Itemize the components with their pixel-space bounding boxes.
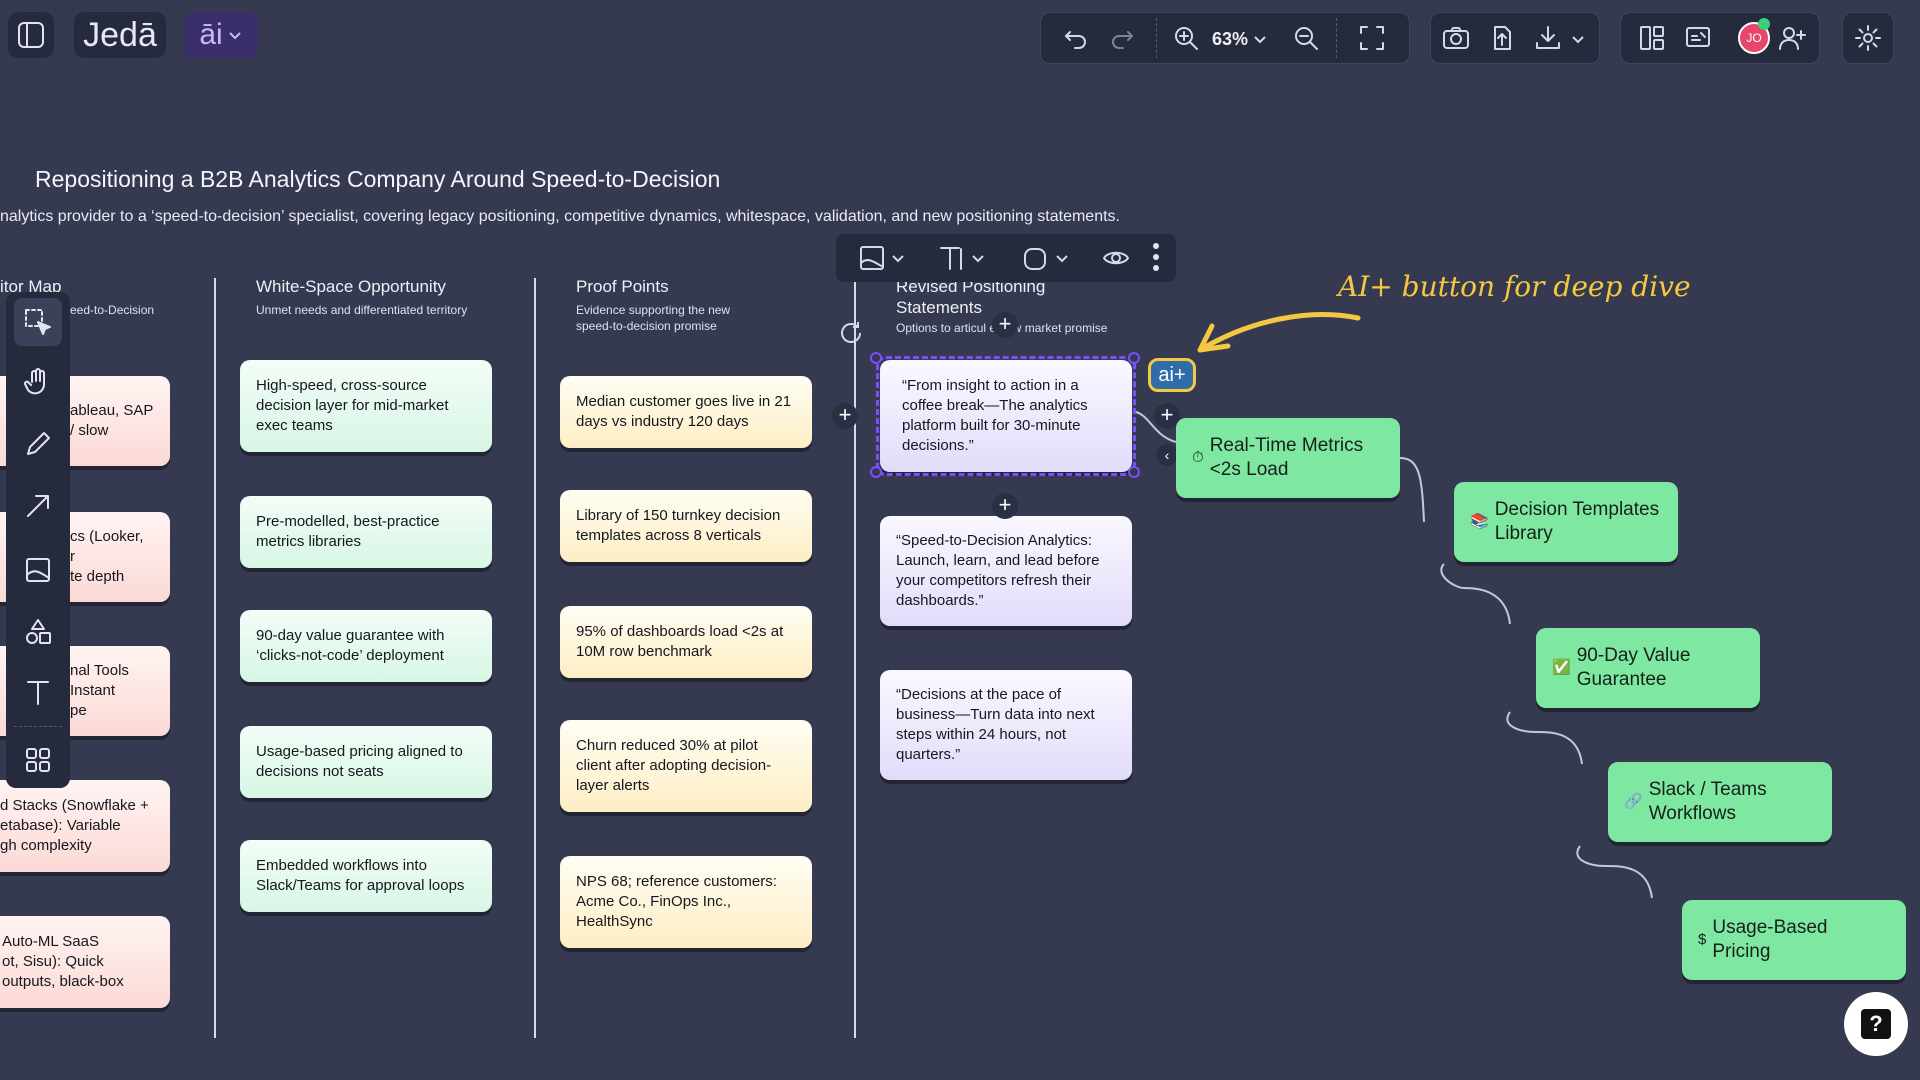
text-tool-button[interactable] xyxy=(14,668,62,716)
pencil-icon xyxy=(27,432,50,455)
select-cursor-icon xyxy=(25,309,51,335)
flow-node[interactable]: 🔗 Slack / Teams Workflows xyxy=(1608,762,1832,842)
arrow-tool-button[interactable] xyxy=(14,482,62,530)
hand-icon xyxy=(24,368,45,395)
sidebar-divider xyxy=(14,726,62,727)
flow-node[interactable]: ✅ 90-Day Value Guarantee xyxy=(1536,628,1760,708)
arrow-icon xyxy=(27,495,49,517)
shapes-icon xyxy=(26,619,51,644)
shapes-tool-button[interactable] xyxy=(14,608,62,656)
help-button[interactable]: ? xyxy=(1844,992,1908,1056)
image-icon xyxy=(26,558,50,582)
select-tool-button[interactable] xyxy=(14,298,62,346)
pan-tool-button[interactable] xyxy=(14,358,62,406)
image-tool-button[interactable] xyxy=(14,546,62,594)
flow-node[interactable]: ⏱ Real-Time Metrics <2s Load xyxy=(1176,418,1400,498)
grid-icon xyxy=(26,748,50,772)
help-icon: ? xyxy=(1861,1009,1891,1039)
flow-node[interactable]: $ Usage-Based Pricing xyxy=(1682,900,1906,980)
text-icon xyxy=(27,681,49,705)
pen-tool-button[interactable] xyxy=(14,420,62,468)
flow-node[interactable]: 📚 Decision Templates Library xyxy=(1454,482,1678,562)
templates-tool-button[interactable] xyxy=(14,736,62,784)
